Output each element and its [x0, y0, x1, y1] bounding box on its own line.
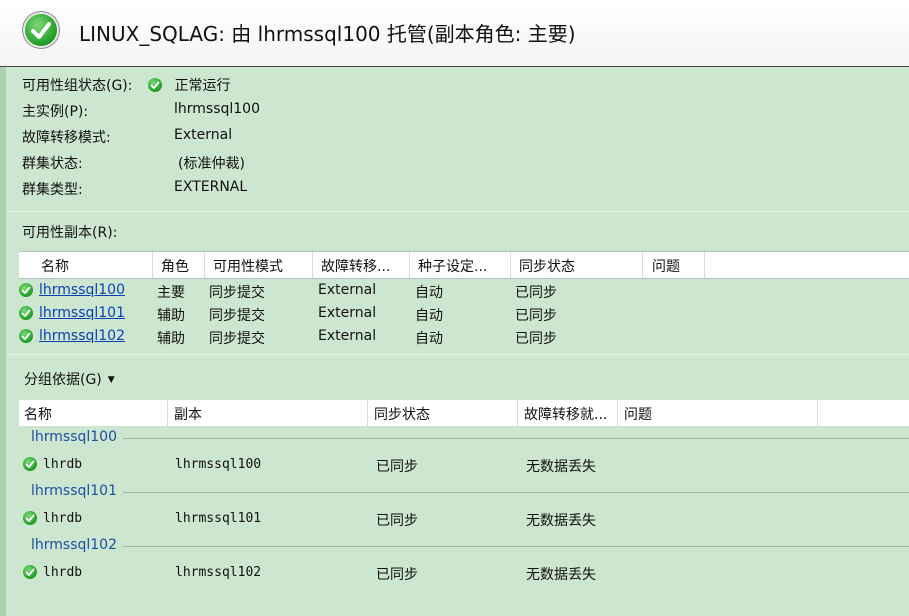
divider [6, 211, 909, 212]
col-seeding[interactable]: 种子设定... [418, 256, 487, 276]
db-failover: 无数据丢失 [526, 459, 596, 475]
check-icon [23, 511, 37, 525]
replica-sync: 已同步 [515, 285, 557, 301]
replica-mode: 同步提交 [209, 308, 265, 324]
replica-seeding: 自动 [415, 308, 443, 324]
db-sync: 已同步 [376, 567, 418, 583]
db-name: lhrdb [43, 457, 83, 472]
check-icon [23, 565, 37, 579]
failover-mode-value: External [174, 127, 233, 143]
group-header[interactable]: lhrmssql102 [31, 537, 123, 553]
group-by-dropdown[interactable]: 分组依据(G) ▼ [24, 369, 115, 389]
col-role[interactable]: 角色 [161, 256, 189, 276]
replica-name-link[interactable]: lhrmssql102 [39, 328, 125, 344]
divider [6, 354, 909, 355]
column-divider [517, 400, 518, 426]
replica-role: 辅助 [157, 308, 185, 324]
cluster-state-label: 群集状态: [22, 156, 83, 172]
replicas-grid-header: 名称 角色 可用性模式 故障转移... 种子设定... 同步状态 问题 [19, 251, 909, 279]
cluster-state-value: (标准仲裁) [178, 156, 245, 172]
primary-instance-value: lhrmssql100 [174, 101, 260, 117]
failover-mode-label: 故障转移模式: [22, 130, 111, 146]
database-row[interactable]: lhrdb lhrmssql101 已同步 无数据丢失 [19, 508, 909, 530]
ag-state-label: 可用性组状态(G): [22, 78, 133, 94]
replica-role: 辅助 [157, 331, 185, 347]
replica-failover: External [318, 282, 377, 298]
check-icon [19, 306, 33, 320]
replica-role: 主要 [157, 285, 185, 301]
databases-grid-header: 名称 副本 同步状态 故障转移就... 问题 [19, 400, 909, 426]
column-divider [167, 400, 168, 426]
group-header[interactable]: lhrmssql101 [31, 483, 123, 499]
column-divider [204, 252, 205, 278]
col-db-name[interactable]: 名称 [24, 404, 52, 424]
check-icon [19, 329, 33, 343]
primary-instance-label: 主实例(P): [22, 104, 89, 120]
caret-down-icon: ▼ [107, 375, 115, 385]
column-divider [152, 252, 153, 278]
col-db-replica[interactable]: 副本 [174, 404, 202, 424]
column-divider [704, 252, 705, 278]
group-divider [120, 438, 909, 439]
check-icon [148, 78, 162, 92]
col-name[interactable]: 名称 [41, 256, 69, 276]
db-replica: lhrmssql102 [175, 565, 262, 580]
column-divider [617, 400, 618, 426]
replica-row[interactable]: lhrmssql101 辅助 同步提交 External 自动 已同步 [19, 303, 909, 325]
replica-mode: 同步提交 [209, 285, 265, 301]
replica-seeding: 自动 [415, 331, 443, 347]
ag-state-value: 正常运行 [148, 75, 230, 95]
db-failover: 无数据丢失 [526, 567, 596, 583]
replica-mode: 同步提交 [209, 331, 265, 347]
db-name: lhrdb [43, 565, 83, 580]
dashboard-header: LINUX_SQLAG: 由 lhrmssql100 托管(副本角色: 主要) [0, 0, 909, 67]
database-row[interactable]: lhrdb lhrmssql100 已同步 无数据丢失 [19, 454, 909, 476]
db-sync: 已同步 [376, 513, 418, 529]
replica-row[interactable]: lhrmssql102 辅助 同步提交 External 自动 已同步 [19, 326, 909, 348]
column-divider [409, 252, 410, 278]
replica-sync: 已同步 [515, 308, 557, 324]
group-divider [120, 492, 909, 493]
check-icon [23, 457, 37, 471]
group-header[interactable]: lhrmssql100 [31, 429, 123, 445]
col-db-sync[interactable]: 同步状态 [374, 404, 430, 424]
col-db-issues[interactable]: 问题 [624, 404, 652, 424]
replica-sync: 已同步 [515, 331, 557, 347]
cluster-type-value: EXTERNAL [174, 179, 248, 195]
column-divider [367, 400, 368, 426]
healthy-status-icon [25, 14, 57, 46]
db-name: lhrdb [43, 511, 83, 526]
column-divider [642, 252, 643, 278]
col-sync-state[interactable]: 同步状态 [519, 256, 575, 276]
ag-state-text: 正常运行 [174, 78, 231, 94]
group-divider [120, 546, 909, 547]
left-edge-strip [0, 0, 6, 616]
replica-failover: External [318, 328, 377, 344]
col-db-failover[interactable]: 故障转移就... [524, 404, 607, 424]
replica-row[interactable]: lhrmssql100 主要 同步提交 External 自动 已同步 [19, 280, 909, 302]
col-availability-mode[interactable]: 可用性模式 [213, 256, 283, 276]
replicas-section-label: 可用性副本(R): [22, 225, 118, 241]
replica-name-link[interactable]: lhrmssql100 [39, 282, 125, 298]
page-title: LINUX_SQLAG: 由 lhrmssql100 托管(副本角色: 主要) [79, 22, 576, 46]
replica-seeding: 自动 [415, 285, 443, 301]
db-failover: 无数据丢失 [526, 513, 596, 529]
column-divider [312, 252, 313, 278]
column-divider [510, 252, 511, 278]
group-by-label: 分组依据(G) [24, 372, 102, 388]
cluster-type-label: 群集类型: [22, 182, 83, 198]
db-replica: lhrmssql101 [175, 511, 262, 526]
col-failover[interactable]: 故障转移... [321, 256, 390, 276]
database-row[interactable]: lhrdb lhrmssql102 已同步 无数据丢失 [19, 562, 909, 584]
db-sync: 已同步 [376, 459, 418, 475]
replica-name-link[interactable]: lhrmssql101 [39, 305, 125, 321]
check-icon [19, 283, 33, 297]
col-issues[interactable]: 问题 [652, 256, 680, 276]
replica-failover: External [318, 305, 377, 321]
column-divider [817, 400, 818, 426]
db-replica: lhrmssql100 [175, 457, 262, 472]
